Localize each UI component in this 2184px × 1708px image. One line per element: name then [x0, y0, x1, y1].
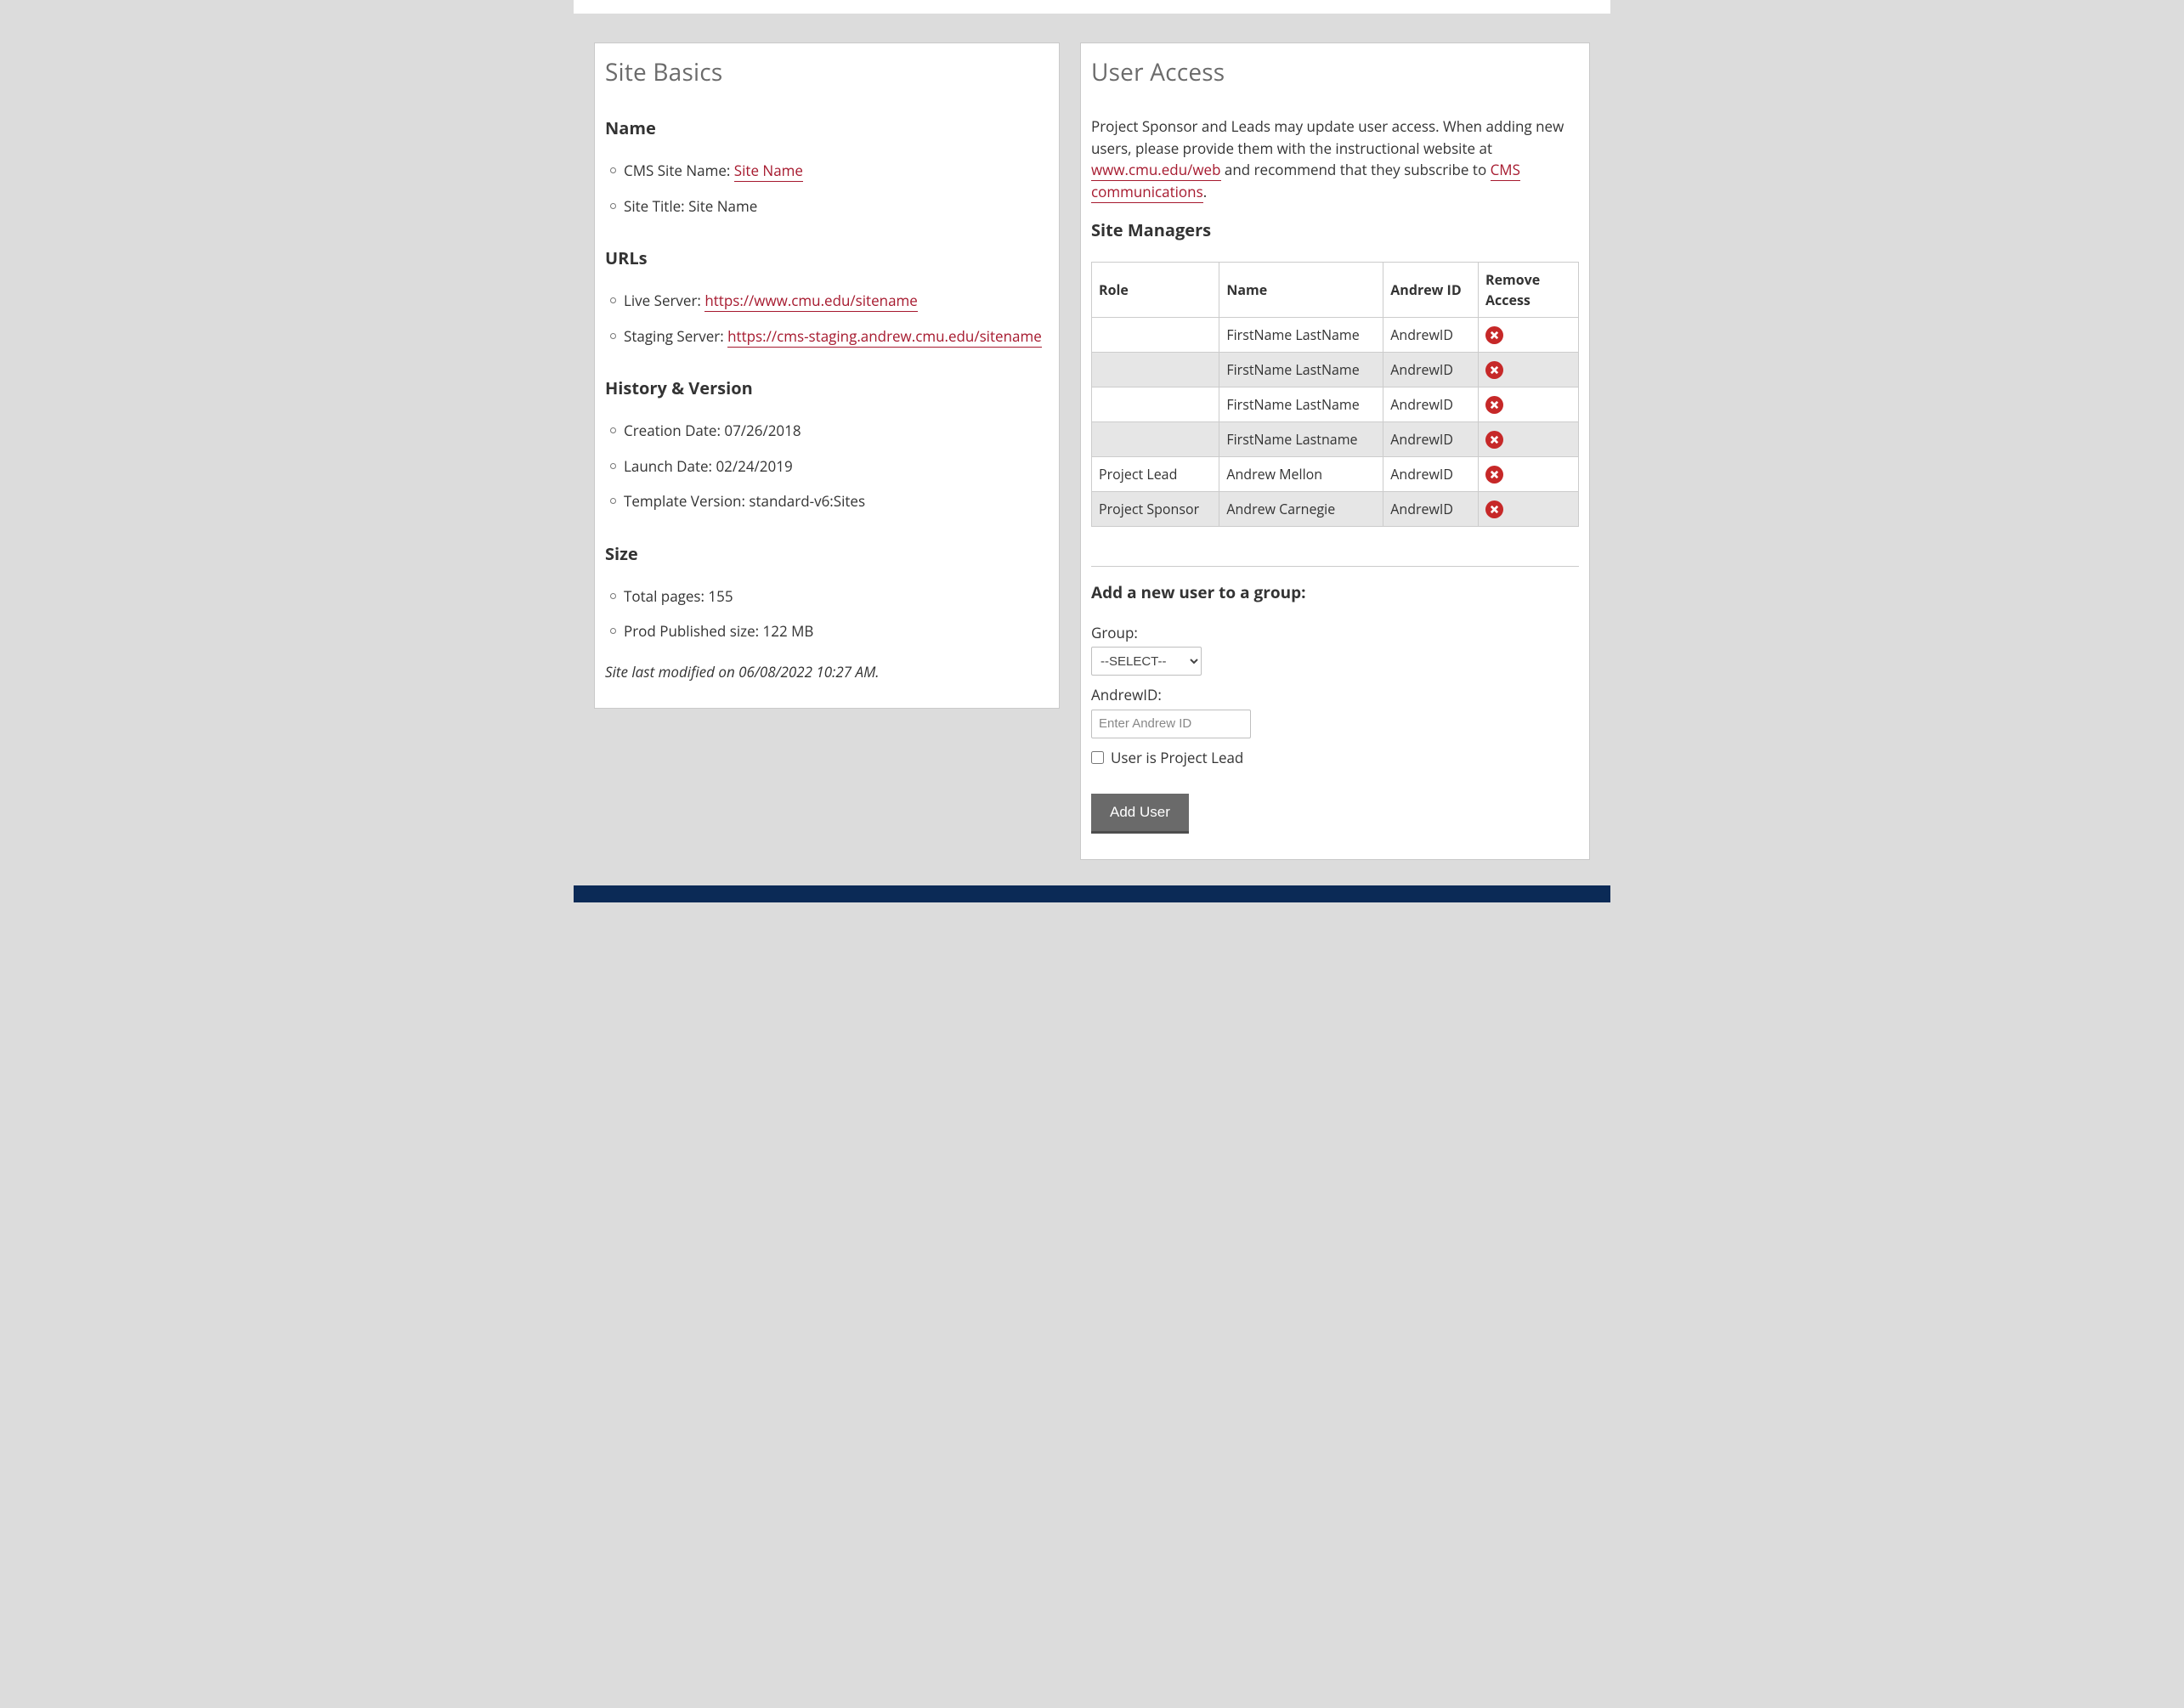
instructional-website-link[interactable]: www.cmu.edu/web	[1091, 160, 1221, 181]
desc-end-text: .	[1203, 182, 1207, 201]
cell-remove	[1479, 457, 1579, 492]
live-server-link[interactable]: https://www.cmu.edu/sitename	[704, 291, 918, 312]
remove-icon[interactable]	[1485, 431, 1503, 449]
col-name: Name	[1219, 263, 1383, 318]
cell-name: FirstName Lastname	[1219, 422, 1383, 457]
template-version-label: Template Version:	[624, 491, 749, 511]
cell-andrew-id: AndrewID	[1383, 318, 1479, 353]
cell-andrew-id: AndrewID	[1383, 457, 1479, 492]
cell-role	[1092, 422, 1219, 457]
remove-icon[interactable]	[1485, 466, 1503, 484]
cell-name: FirstName LastName	[1219, 387, 1383, 422]
section-history-heading: History & Version	[605, 376, 1049, 401]
project-lead-checkbox-row[interactable]: User is Project Lead	[1091, 747, 1579, 769]
section-urls-heading: URLs	[605, 246, 1049, 271]
project-lead-checkbox-label: User is Project Lead	[1111, 747, 1243, 769]
list-item: Total pages: 155	[610, 585, 1049, 608]
cell-remove	[1479, 318, 1579, 353]
section-name-heading: Name	[605, 116, 1049, 141]
add-user-heading: Add a new user to a group:	[1091, 580, 1579, 605]
remove-icon[interactable]	[1485, 361, 1503, 379]
cell-role: Project Sponsor	[1092, 492, 1219, 527]
cell-andrew-id: AndrewID	[1383, 353, 1479, 387]
cell-andrew-id: AndrewID	[1383, 492, 1479, 527]
col-remove: Remove Access	[1479, 263, 1579, 318]
launch-date-label: Launch Date:	[624, 456, 716, 476]
site-title-value: Site Name	[688, 196, 757, 216]
list-item: CMS Site Name: Site Name	[610, 160, 1049, 182]
list-item: Site Title: Site Name	[610, 195, 1049, 218]
cell-role	[1092, 318, 1219, 353]
site-basics-title: Site Basics	[605, 54, 1049, 90]
prod-size-label: Prod Published size:	[624, 621, 763, 641]
user-access-description: Project Sponsor and Leads may update use…	[1091, 116, 1579, 202]
cms-site-name-label: CMS Site Name:	[624, 161, 734, 180]
table-row: FirstName LastNameAndrewID	[1092, 387, 1579, 422]
cell-name: FirstName LastName	[1219, 353, 1383, 387]
table-row: Project LeadAndrew MellonAndrewID	[1092, 457, 1579, 492]
site-title-label: Site Title:	[624, 196, 688, 216]
footer-bar	[574, 885, 1610, 902]
list-item: Creation Date: 07/26/2018	[610, 420, 1049, 442]
cell-role	[1092, 387, 1219, 422]
add-user-button[interactable]: Add User	[1091, 794, 1189, 834]
project-lead-checkbox[interactable]	[1091, 751, 1104, 764]
cms-site-name-link[interactable]: Site Name	[734, 161, 803, 182]
cell-remove	[1479, 387, 1579, 422]
col-role: Role	[1092, 263, 1219, 318]
staging-server-label: Staging Server:	[624, 326, 727, 346]
launch-date-value: 02/24/2019	[716, 456, 792, 476]
last-modified-text: Site last modified on 06/08/2022 10:27 A…	[605, 661, 1049, 683]
total-pages-value: 155	[708, 586, 733, 606]
creation-date-value: 07/26/2018	[724, 421, 801, 440]
cell-andrew-id: AndrewID	[1383, 422, 1479, 457]
list-item: Live Server: https://www.cmu.edu/sitenam…	[610, 290, 1049, 312]
cell-andrew-id: AndrewID	[1383, 387, 1479, 422]
remove-icon[interactable]	[1485, 326, 1503, 344]
cell-remove	[1479, 492, 1579, 527]
cell-remove	[1479, 353, 1579, 387]
cell-name: FirstName LastName	[1219, 318, 1383, 353]
site-basics-panel: Site Basics Name CMS Site Name: Site Nam…	[594, 42, 1060, 709]
template-version-value: standard-v6:Sites	[749, 491, 865, 511]
live-server-label: Live Server:	[624, 291, 704, 310]
creation-date-label: Creation Date:	[624, 421, 724, 440]
list-item: Staging Server: https://cms-staging.andr…	[610, 325, 1049, 348]
group-label: Group:	[1091, 622, 1579, 644]
andrew-id-input[interactable]	[1091, 710, 1251, 738]
cell-name: Andrew Mellon	[1219, 457, 1383, 492]
list-item: Prod Published size: 122 MB	[610, 620, 1049, 642]
cell-role: Project Lead	[1092, 457, 1219, 492]
desc-pre-text: Project Sponsor and Leads may update use…	[1091, 116, 1564, 158]
table-row: Project SponsorAndrew CarnegieAndrewID	[1092, 492, 1579, 527]
col-andrew-id: Andrew ID	[1383, 263, 1479, 318]
table-row: FirstName LastNameAndrewID	[1092, 353, 1579, 387]
group-select[interactable]: --SELECT--	[1091, 647, 1202, 676]
table-row: FirstName LastNameAndrewID	[1092, 318, 1579, 353]
list-item: Template Version: standard-v6:Sites	[610, 490, 1049, 512]
cell-name: Andrew Carnegie	[1219, 492, 1383, 527]
remove-icon[interactable]	[1485, 396, 1503, 414]
user-access-panel: User Access Project Sponsor and Leads ma…	[1080, 42, 1590, 860]
table-row: FirstName LastnameAndrewID	[1092, 422, 1579, 457]
prod-size-value: 122 MB	[763, 621, 814, 641]
cell-remove	[1479, 422, 1579, 457]
staging-server-link[interactable]: https://cms-staging.andrew.cmu.edu/siten…	[727, 326, 1042, 348]
user-access-title: User Access	[1091, 54, 1579, 90]
remove-icon[interactable]	[1485, 501, 1503, 518]
section-size-heading: Size	[605, 541, 1049, 567]
site-managers-heading: Site Managers	[1091, 218, 1579, 243]
site-managers-table: Role Name Andrew ID Remove Access FirstN…	[1091, 262, 1579, 527]
andrew-id-label: AndrewID:	[1091, 684, 1579, 706]
divider	[1091, 566, 1579, 567]
list-item: Launch Date: 02/24/2019	[610, 455, 1049, 478]
total-pages-label: Total pages:	[624, 586, 708, 606]
cell-role	[1092, 353, 1219, 387]
desc-mid-text: and recommend that they subscribe to	[1221, 160, 1491, 179]
